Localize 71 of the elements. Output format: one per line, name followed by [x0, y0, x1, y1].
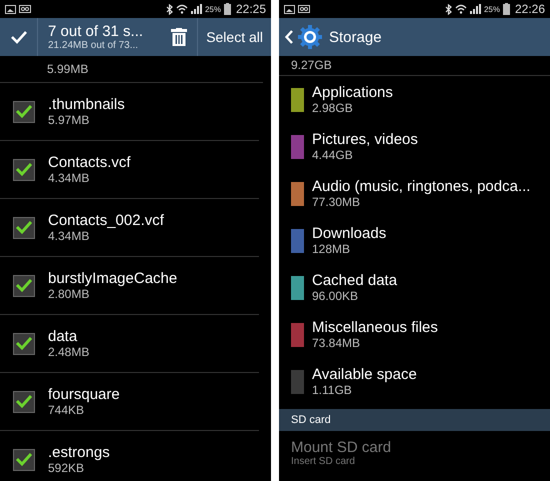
category-size: 4.44GB	[312, 148, 354, 162]
category-name: Cached data	[312, 272, 398, 289]
file-row[interactable]: burstlyImageCache 2.80MB	[0, 257, 259, 315]
voicemail-icon	[19, 5, 31, 13]
file-name: .estrongs	[48, 444, 110, 461]
section-header: SD card	[279, 409, 550, 431]
signal-icon	[470, 4, 481, 14]
selection-size: 21.24MB out of 73...	[48, 40, 140, 51]
file-size: 5.97MB	[48, 113, 90, 127]
image-icon	[284, 4, 295, 14]
file-row[interactable]: data 2.48MB	[0, 315, 259, 373]
category-size: 73.84MB	[312, 336, 362, 350]
battery-icon	[502, 3, 510, 15]
storage-total: 9.27GB	[291, 58, 332, 72]
checkbox[interactable]	[13, 274, 35, 296]
file-row[interactable]: Contacts_002.vcf 4.34MB	[0, 199, 259, 257]
category-size: 1.11GB	[312, 383, 353, 397]
category-size: 77.30MB	[312, 195, 362, 209]
file-row[interactable]: Contacts.vcf 4.34MB	[0, 141, 259, 199]
checkbox[interactable]	[13, 158, 35, 180]
category-name: Downloads	[312, 225, 386, 242]
category-size: 2.98GB	[312, 101, 354, 115]
clock: 22:25	[236, 2, 266, 16]
file-size: 5.99MB	[47, 62, 88, 76]
wifi-icon	[454, 4, 467, 14]
bluetooth-icon	[444, 4, 452, 14]
checkbox[interactable]	[13, 332, 35, 354]
category-size: 96.00KB	[312, 289, 360, 303]
image-icon	[5, 4, 16, 14]
file-size: 4.34MB	[48, 229, 90, 243]
file-name: .thumbnails	[48, 96, 125, 113]
mount-title: Mount SD card	[291, 439, 392, 456]
category-name: Pictures, videos	[312, 131, 418, 148]
voicemail-icon	[298, 5, 310, 13]
file-size: 592KB	[48, 461, 86, 475]
file-name: Contacts_002.vcf	[48, 212, 164, 229]
file-name: data	[48, 328, 78, 345]
file-name: Contacts.vcf	[48, 154, 131, 171]
checkbox[interactable]	[13, 216, 35, 238]
battery-icon	[224, 3, 231, 15]
screen-title: Storage	[329, 28, 382, 46]
file-name: foursquare	[48, 386, 120, 403]
category-name: Applications	[312, 84, 393, 101]
select-all-button[interactable]: Select all	[198, 18, 271, 56]
file-size: 4.34MB	[48, 171, 90, 185]
checkbox[interactable]	[13, 100, 35, 122]
file-size: 744KB	[48, 403, 86, 417]
file-size: 2.48MB	[48, 345, 90, 359]
signal-icon	[190, 4, 202, 14]
back-icon	[285, 30, 293, 44]
bluetooth-icon	[166, 4, 173, 14]
category-name: Miscellaneous files	[312, 319, 438, 336]
file-row[interactable]: .estrongs 592KB	[0, 431, 259, 481]
category-name: Available space	[312, 366, 417, 383]
checkbox[interactable]	[13, 390, 35, 412]
battery-percent: 25%	[484, 4, 500, 14]
category-name: Audio (music, ringtones, podca...	[312, 178, 530, 195]
gear-icon	[297, 24, 323, 50]
checkbox[interactable]	[13, 448, 35, 470]
battery-percent: 25%	[204, 4, 221, 14]
file-row[interactable]: .thumbnails 5.97MB	[0, 83, 259, 141]
mount-subtitle: Insert SD card	[291, 456, 356, 467]
file-name: burstlyImageCache	[48, 270, 178, 287]
file-row[interactable]: foursquare 744KB	[0, 373, 259, 431]
wifi-icon	[176, 4, 188, 14]
trash-icon	[171, 28, 188, 46]
clock: 22:26	[514, 2, 545, 16]
category-size: 128MB	[312, 242, 352, 256]
selection-count: 7 out of 31 s...	[48, 23, 144, 40]
file-size: 2.80MB	[48, 287, 90, 301]
checkmark-icon	[10, 30, 28, 44]
